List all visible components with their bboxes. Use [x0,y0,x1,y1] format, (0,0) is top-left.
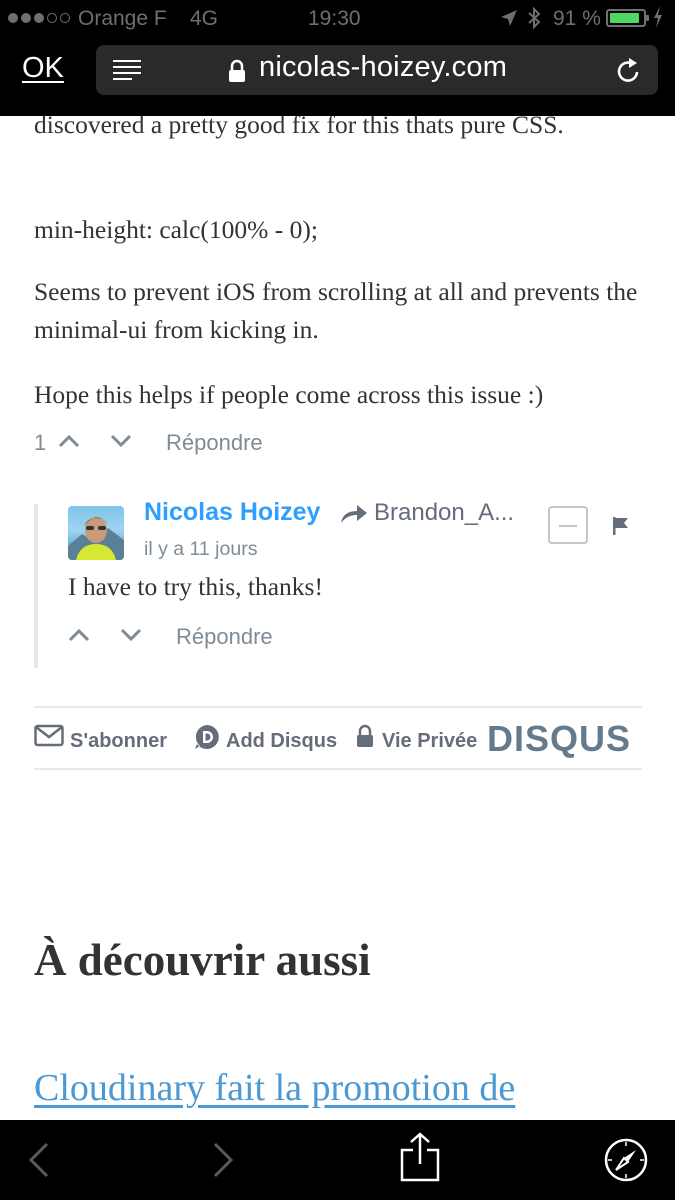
envelope-icon [34,724,64,747]
safari-compass-icon[interactable] [604,1138,648,1182]
comment-paragraph: Seems to prevent iOS from scrolling at a… [34,277,638,344]
comment-paragraph: discovered a pretty good fix for this th… [34,116,564,139]
browser-toolbar [0,1120,675,1200]
disqus-logo[interactable]: DISQUS [487,718,631,760]
lock-icon [229,59,245,82]
bluetooth-icon [528,7,541,29]
downvote-icon[interactable] [110,434,132,448]
reply-to-user[interactable]: Brandon_A... [374,499,514,527]
reply-text: I have to try this, thanks! [68,572,323,601]
location-arrow-icon [501,10,517,26]
downvote-icon[interactable] [120,628,142,642]
comment-timestamp[interactable]: il y a 11 jours [144,538,257,561]
url-text[interactable]: nicolas-hoizey.com [259,51,507,84]
padlock-icon [357,724,373,747]
upvote-icon[interactable] [58,434,80,448]
forward-icon[interactable] [212,1142,234,1178]
add-disqus-label: Add Disqus [226,730,338,752]
reply-to-arrow-icon [341,505,367,523]
battery-icon [606,9,649,27]
charging-bolt-icon [654,6,662,28]
subscribe-label: S'abonner [70,730,167,752]
carrier-name: Orange F [78,7,167,30]
done-button[interactable]: OK [22,52,64,85]
signal-strength-icon [8,13,70,23]
clock: 19:30 [308,7,361,30]
address-bar[interactable]: nicolas-hoizey.com [96,45,658,95]
comment-paragraph: min-height: calc(100% - 0); [34,215,318,244]
battery-percent: 91 % [553,7,601,30]
related-section-title: À découvrir aussi [34,935,371,985]
reply-button[interactable]: Répondre [176,624,273,650]
disqus-d-icon [195,725,219,749]
comment-author[interactable]: Nicolas Hoizey [144,498,320,527]
share-icon[interactable] [400,1132,440,1182]
back-icon[interactable] [28,1142,50,1178]
upvote-icon[interactable] [68,628,90,642]
network-type: 4G [190,7,219,30]
avatar[interactable] [68,506,124,560]
reply-comment: Nicolas Hoizey Brandon_A... il y a 11 jo… [34,498,644,668]
reader-icon[interactable] [112,59,142,81]
related-article-link[interactable]: Cloudinary fait la promotion de [34,1060,654,1116]
browser-nav-bar: OK nicolas-hoizey.com [0,38,675,116]
page-content[interactable]: discovered a pretty good fix for this th… [0,116,675,1120]
flag-icon[interactable] [612,516,630,536]
reload-icon[interactable] [616,57,642,85]
comment-paragraph: Hope this helps if people come across th… [34,380,544,409]
disqus-footer: S'abonner Add Disqus Vie Privée DISQUS [34,706,642,770]
collapse-button[interactable] [548,506,588,544]
reply-button[interactable]: Répondre [166,430,263,456]
status-bar: Orange F 4G 19:30 91 % [0,0,675,38]
privacy-label: Vie Privée [382,730,478,752]
vote-count: 1 [34,430,47,455]
